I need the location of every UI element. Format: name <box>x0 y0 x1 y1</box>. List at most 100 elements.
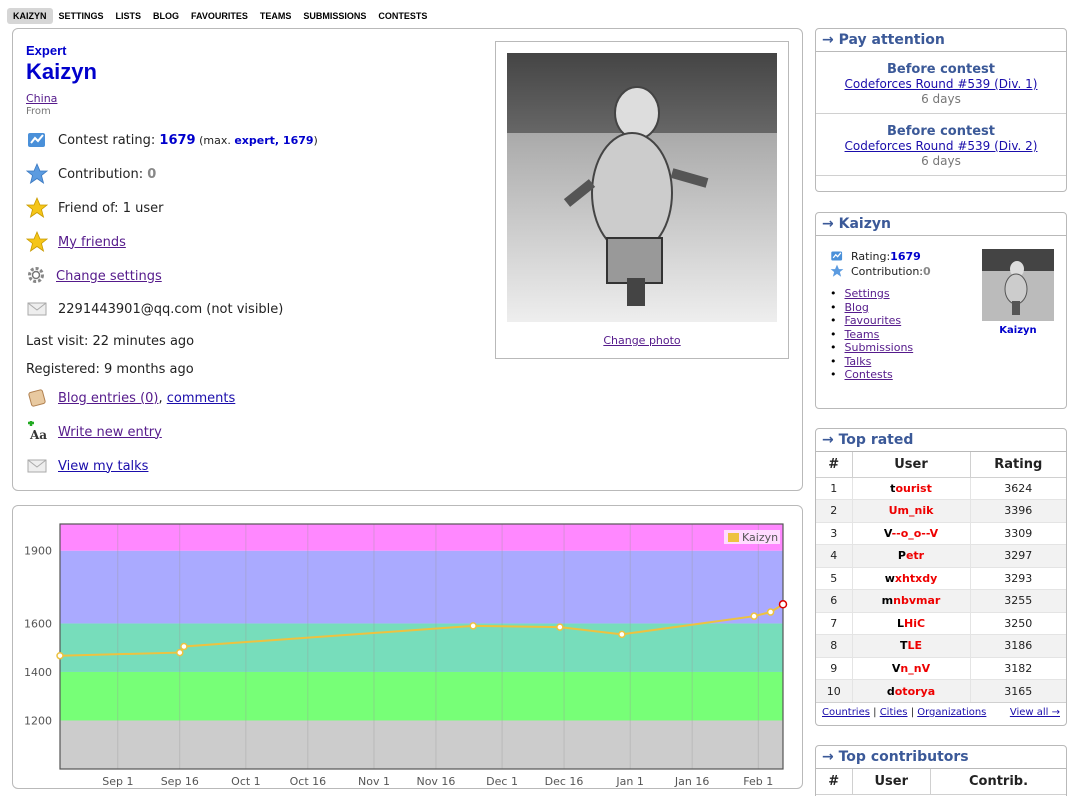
top-contributors-caption: → Top contributors <box>816 746 1066 769</box>
top-contributors-table: # User Contrib. <box>816 769 1066 795</box>
contribution-row: Contribution: 0 <box>25 162 156 185</box>
countries-link[interactable]: Countries <box>822 707 870 718</box>
cities-link[interactable]: Cities <box>880 707 908 718</box>
nav-item-favourites[interactable]: FAVOURITES <box>185 8 254 24</box>
pay-attention-title: Pay attention <box>838 32 945 48</box>
comments-link[interactable]: comments <box>167 391 236 406</box>
rating-band <box>60 623 783 672</box>
contribution-star-icon <box>25 162 49 185</box>
x-tick-label: Sep 1 <box>102 775 133 788</box>
table-row: 7 LHiC 3250 <box>816 611 1066 635</box>
user-first-letter: w <box>884 571 895 585</box>
rating-band <box>60 550 783 624</box>
x-tick-label: Sep 16 <box>161 775 199 788</box>
user-cell[interactable]: Um_nik <box>852 499 971 522</box>
sidebar-link-item: Submissions <box>830 341 914 355</box>
sidebar-link-talks[interactable]: Talks <box>845 355 872 368</box>
user-handle-rest: etr <box>905 549 925 563</box>
sidebar-contribution: Contribution: 0 <box>830 264 931 278</box>
rating-point <box>56 651 64 660</box>
col-header-user: User <box>852 452 971 478</box>
rank-cell: 6 <box>816 589 853 612</box>
sidebar-link-blog[interactable]: Blog <box>845 301 869 314</box>
nav-item-contests[interactable]: CONTESTS <box>372 8 433 24</box>
nav-item-teams[interactable]: TEAMS <box>254 8 298 24</box>
sidebar-link-item: Talks <box>830 355 913 369</box>
sidebar-rating: Rating: 1679 <box>830 249 921 263</box>
last-visit: Last visit: 22 minutes ago <box>26 334 195 349</box>
user-cell[interactable]: dotorya <box>852 679 971 702</box>
my-friends-link[interactable]: My friends <box>58 235 126 250</box>
svg-text:Aa: Aa <box>29 428 47 442</box>
user-cell[interactable]: Petr <box>852 544 971 567</box>
rating-icon <box>830 249 844 263</box>
rating-point <box>556 623 564 631</box>
contest-announcement: Before contest Codeforces Round #539 (Di… <box>816 52 1066 114</box>
table-row: 4 Petr 3297 <box>816 544 1066 567</box>
user-cell[interactable]: V--o_o--V <box>852 521 971 545</box>
col-header-rank: # <box>816 769 853 795</box>
sidebar-link-settings[interactable]: Settings <box>845 287 890 300</box>
nav-item-blog[interactable]: BLOG <box>147 8 185 24</box>
user-handle: Kaizyn <box>26 59 97 84</box>
view-all-link[interactable]: View all → <box>1010 707 1060 719</box>
talks-row: View my talks <box>26 455 148 477</box>
user-handle-rest: otorya <box>894 684 936 698</box>
pay-attention-box: → Pay attention Before contest Codeforce… <box>815 28 1067 192</box>
user-handle-rest: xhtxdy <box>894 571 938 585</box>
rank-cell: 4 <box>816 544 853 567</box>
pay-attention-caption: → Pay attention <box>816 29 1066 52</box>
rating-point <box>618 630 626 639</box>
friend-of-text: Friend of: 1 user <box>58 200 164 216</box>
rating-point <box>766 608 775 616</box>
nav-item-kaizyn[interactable]: KAIZYN <box>7 8 53 24</box>
user-cell[interactable]: LHiC <box>852 611 971 635</box>
change-photo-link[interactable]: Change photo <box>496 334 788 347</box>
user-cell[interactable]: tourist <box>852 476 971 500</box>
from-label: From <box>26 106 51 117</box>
sidebar-link-contests[interactable]: Contests <box>845 368 893 381</box>
sidebar-link-teams[interactable]: Teams <box>845 328 880 341</box>
top-rated-caption: → Top rated <box>816 429 1066 452</box>
contest-announcement: Before contest Codeforces Round #539 (Di… <box>816 114 1066 176</box>
table-row: 6 mnbvmar 3255 <box>816 589 1066 612</box>
rating-point <box>469 622 477 630</box>
max-rank: expert, 1679 <box>234 133 314 147</box>
nav-item-settings[interactable]: SETTINGS <box>53 8 110 24</box>
photo-box: Change photo <box>495 41 789 359</box>
top-rated-title: Top rated <box>838 432 914 448</box>
user-first-letter: P <box>897 549 906 563</box>
top-rated-box: → Top rated # User Rating 1 tourist 3624 2 U… <box>815 428 1067 726</box>
blog-entries-link[interactable]: Blog entries (0) <box>58 391 158 406</box>
nav-item-submissions[interactable]: SUBMISSIONS <box>297 8 372 24</box>
user-cell[interactable]: wxhtxdy <box>852 566 971 590</box>
contest-rating-row: Contest rating: 1679 (max. expert, 1679) <box>26 129 318 151</box>
rating-band <box>60 524 783 551</box>
table-row: 1 tourist 3624 <box>816 476 1066 500</box>
user-cell[interactable]: Vn_nV <box>852 656 971 680</box>
contest-link[interactable]: Codeforces Round #539 (Div. 2) <box>845 139 1038 153</box>
user-first-letter: d <box>886 684 895 698</box>
sidebar-link-submissions[interactable]: Submissions <box>845 341 914 354</box>
rating-band <box>60 720 783 769</box>
user-handle-rest: HiC <box>903 616 926 630</box>
sidebar-rating-value: 1679 <box>890 249 921 263</box>
rating-cell: 3309 <box>970 521 1066 545</box>
rating-chart-panel: Sep 1 Sep 16 Oct 1 Oct 16 Nov 1 Nov 16 Dec 1 De… <box>12 505 803 789</box>
sidebar-link-favourites[interactable]: Favourites <box>845 314 902 327</box>
nav-item-lists[interactable]: LISTS <box>110 8 148 24</box>
user-cell[interactable]: TLE <box>852 634 971 657</box>
organizations-link[interactable]: Organizations <box>917 707 986 718</box>
x-tick-label: Dec 16 <box>545 775 584 788</box>
contest-link[interactable]: Codeforces Round #539 (Div. 1) <box>845 77 1038 91</box>
rating-point <box>750 612 758 620</box>
user-cell[interactable]: mnbvmar <box>852 589 971 612</box>
write-new-entry-link[interactable]: Write new entry <box>58 425 162 440</box>
contribution-label: Contribution: <box>58 166 148 182</box>
sidebar-user-name: Kaizyn <box>999 325 1037 336</box>
max-open: (max. <box>195 133 235 147</box>
country-link[interactable]: China <box>26 92 57 105</box>
user-handle-rest: LE <box>907 639 923 653</box>
change-settings-link[interactable]: Change settings <box>56 269 162 284</box>
view-talks-link[interactable]: View my talks <box>58 459 148 474</box>
